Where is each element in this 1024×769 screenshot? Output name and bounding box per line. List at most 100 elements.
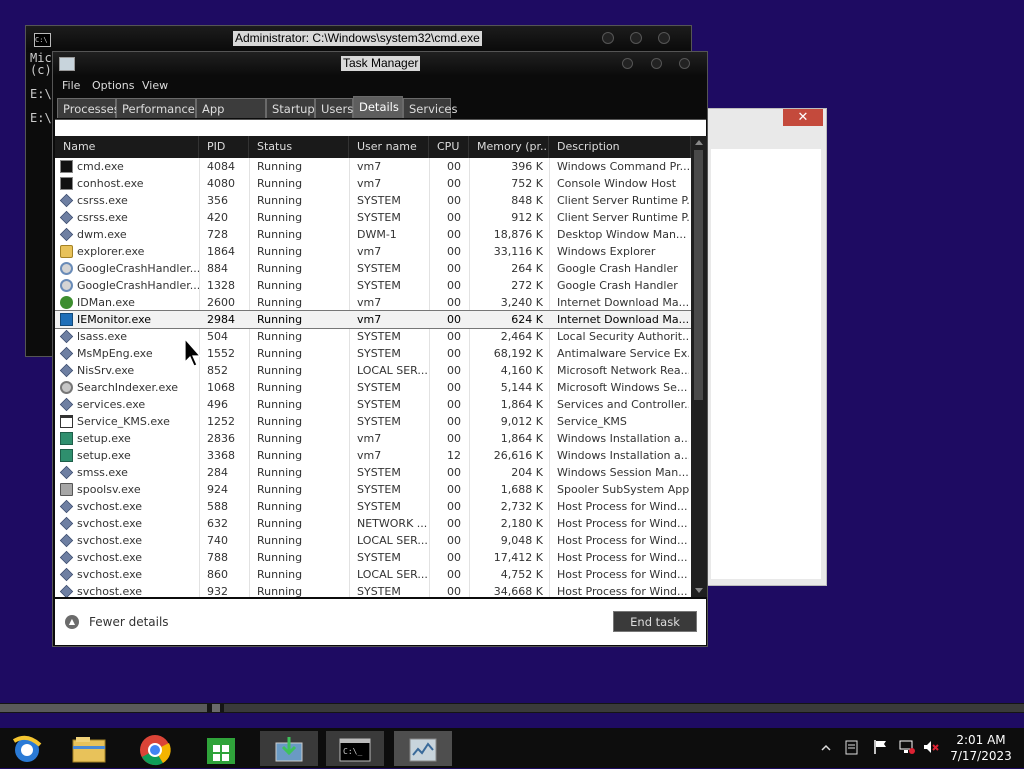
column-header-description[interactable]: Description <box>549 136 691 158</box>
cell-status: Running <box>257 296 303 309</box>
close-icon[interactable]: ✕ <box>783 109 823 126</box>
table-row[interactable]: smss.exe 284 Running SYSTEM 00 204 K Windows S… <box>55 464 691 481</box>
minimize-icon[interactable] <box>622 58 633 69</box>
cell-pid: 728 <box>207 228 228 241</box>
table-row[interactable]: svchost.exe 932 Running SYSTEM 00 34,668 K Hos… <box>55 583 691 597</box>
cmd-title-bar[interactable]: C:\ Administrator: C:\Windows\system32\c… <box>26 26 691 52</box>
cell-desc: Windows Session Man... <box>557 466 689 479</box>
column-header-pid[interactable]: PID <box>199 136 249 158</box>
process-icon <box>59 193 74 208</box>
maximize-icon[interactable] <box>651 58 662 69</box>
table-row[interactable]: NisSrv.exe 852 Running LOCAL SER... 00 4,160 … <box>55 362 691 379</box>
table-row[interactable]: Service_KMS.exe 1252 Running SYSTEM 00 9,012 … <box>55 413 691 430</box>
clock-time: 2:01 AM <box>956 733 1006 747</box>
table-row[interactable]: svchost.exe 860 Running LOCAL SER... 00 4,752… <box>55 566 691 583</box>
table-row[interactable]: IDMan.exe 2600 Running vm7 00 3,240 K Internet… <box>55 294 691 311</box>
console-output[interactable]: Mic (c) E:\ E:\ <box>30 52 52 124</box>
process-icon <box>59 329 74 344</box>
tab-processes[interactable]: Processes <box>57 98 120 118</box>
column-header-user-name[interactable]: User name <box>349 136 429 158</box>
table-row[interactable]: GoogleCrashHandler.... 1328 Running SYSTEM 0… <box>55 277 691 294</box>
close-icon[interactable] <box>658 32 670 44</box>
table-row[interactable]: setup.exe 2836 Running vm7 00 1,864 K Windows … <box>55 430 691 447</box>
table-row[interactable]: dwm.exe 728 Running DWM-1 00 18,876 K Desktop … <box>55 226 691 243</box>
table-row[interactable]: svchost.exe 788 Running SYSTEM 00 17,412 K Hos… <box>55 549 691 566</box>
end-task-button[interactable]: End task <box>613 611 697 632</box>
cell-name: NisSrv.exe <box>77 364 135 377</box>
table-row[interactable]: explorer.exe 1864 Running vm7 00 33,116 K Wind… <box>55 243 691 260</box>
taskbar-chrome[interactable] <box>126 731 184 766</box>
column-header-cpu[interactable]: CPU <box>429 136 469 158</box>
cell-name: svchost.exe <box>77 534 143 547</box>
process-icon <box>59 533 74 548</box>
table-row[interactable]: svchost.exe 740 Running LOCAL SER... 00 9,048… <box>55 532 691 549</box>
taskbar-file-explorer[interactable] <box>60 731 118 766</box>
column-header-name[interactable]: Name <box>55 136 199 158</box>
taskbar-store[interactable] <box>192 731 250 766</box>
table-row[interactable]: setup.exe 3368 Running vm7 12 26,616 K Windows… <box>55 447 691 464</box>
cell-pid: 3368 <box>207 449 235 462</box>
table-row[interactable]: svchost.exe 632 Running NETWORK ... 00 2,180 … <box>55 515 691 532</box>
column-header-status[interactable]: Status <box>249 136 349 158</box>
scroll-up-icon[interactable] <box>695 140 703 145</box>
tab-startup[interactable]: Startup <box>266 98 315 118</box>
menu-view[interactable]: View <box>142 79 168 92</box>
scroll-thumb[interactable] <box>694 150 703 400</box>
table-row[interactable]: cmd.exe 4084 Running vm7 00 396 K Windows Comm… <box>55 158 691 175</box>
taskbar-installer[interactable] <box>260 731 318 766</box>
table-row[interactable]: IEMonitor.exe 2984 Running vm7 00 624 K Intern… <box>55 310 691 329</box>
strip-segment <box>224 704 1024 712</box>
process-icon <box>59 516 74 531</box>
taskbar-task-manager[interactable] <box>394 731 452 766</box>
flag-icon[interactable] <box>873 739 889 755</box>
volume-muted-icon[interactable] <box>922 739 940 755</box>
tab-performance[interactable]: Performance <box>116 98 196 118</box>
fewer-details-link[interactable]: Fewer details <box>89 615 169 629</box>
menu-file[interactable]: File <box>62 79 80 92</box>
cell-desc: Google Crash Handler <box>557 279 678 292</box>
cell-desc: Host Process for Wind... <box>557 551 688 564</box>
cell-status: Running <box>257 313 303 326</box>
task-manager-title-bar[interactable]: Task Manager <box>53 52 707 76</box>
tab-services[interactable]: Services <box>403 98 458 118</box>
taskbar-cmd[interactable]: C:\_ <box>326 731 384 766</box>
cell-user: vm7 <box>357 449 382 462</box>
cell-user: vm7 <box>357 160 382 173</box>
scroll-down-icon[interactable] <box>695 588 703 593</box>
cell-cpu: 00 <box>447 313 461 326</box>
task-manager-window[interactable]: Task Manager File Options View Processes… <box>52 51 708 647</box>
table-row[interactable]: spoolsv.exe 924 Running SYSTEM 00 1,688 K Spoo… <box>55 481 691 498</box>
maximize-icon[interactable] <box>630 32 642 44</box>
tab-users[interactable]: Users <box>315 98 353 118</box>
table-row[interactable]: SearchIndexer.exe 1068 Running SYSTEM 00 5,14… <box>55 379 691 396</box>
column-header-memory[interactable]: Memory (pr... <box>469 136 549 158</box>
chevron-up-icon[interactable]: ▲ <box>65 615 79 629</box>
cell-status: Running <box>257 364 303 377</box>
process-list[interactable]: cmd.exe 4084 Running vm7 00 396 K Windows Comm… <box>55 158 691 597</box>
menu-options[interactable]: Options <box>92 79 134 92</box>
table-row[interactable]: conhost.exe 4080 Running vm7 00 752 K Console … <box>55 175 691 192</box>
table-row[interactable]: lsass.exe 504 Running SYSTEM 00 2,464 K Local … <box>55 328 691 345</box>
clock[interactable]: 2:01 AM 7/17/2023 <box>948 732 1014 764</box>
cell-user: SYSTEM <box>357 194 401 207</box>
chevron-up-icon[interactable] <box>820 742 832 754</box>
tab-details[interactable]: Details <box>353 96 403 118</box>
action-center-icon[interactable] <box>845 740 859 756</box>
minimize-icon[interactable] <box>602 32 614 44</box>
cell-status: Running <box>257 483 303 496</box>
cell-cpu: 00 <box>447 228 461 241</box>
cmd-icon: C:\ <box>34 33 51 47</box>
table-row[interactable]: MsMpEng.exe 1552 Running SYSTEM 00 68,192 K An… <box>55 345 691 362</box>
table-row[interactable]: svchost.exe 588 Running SYSTEM 00 2,732 K Host… <box>55 498 691 515</box>
network-icon[interactable] <box>898 739 916 755</box>
table-row[interactable]: csrss.exe 420 Running SYSTEM 00 912 K Client S… <box>55 209 691 226</box>
table-row[interactable]: services.exe 496 Running SYSTEM 00 1,864 K Ser… <box>55 396 691 413</box>
tab-app-history[interactable]: App history <box>196 98 266 136</box>
table-row[interactable]: GoogleCrashHandler.... 884 Running SYSTEM 00… <box>55 260 691 277</box>
cell-cpu: 00 <box>447 483 461 496</box>
vertical-scrollbar[interactable] <box>691 136 707 597</box>
taskbar-ie[interactable] <box>0 731 58 766</box>
close-icon[interactable] <box>679 58 690 69</box>
table-row[interactable]: csrss.exe 356 Running SYSTEM 00 848 K Client S… <box>55 192 691 209</box>
cell-desc: Host Process for Wind... <box>557 534 688 547</box>
